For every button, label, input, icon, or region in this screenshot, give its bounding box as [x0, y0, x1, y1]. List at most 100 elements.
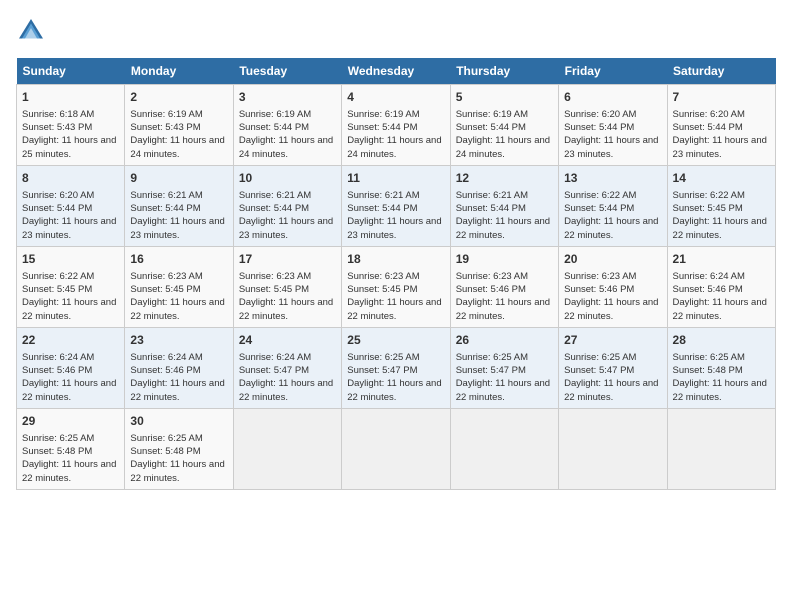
- calendar-cell: 22 Sunrise: 6:24 AMSunset: 5:46 PMDayligh…: [17, 327, 125, 408]
- calendar-cell: 7 Sunrise: 6:20 AMSunset: 5:44 PMDaylight…: [667, 85, 775, 166]
- day-number: 1: [22, 89, 119, 106]
- calendar-cell: 2 Sunrise: 6:19 AMSunset: 5:43 PMDaylight…: [125, 85, 233, 166]
- calendar-cell: 20 Sunrise: 6:23 AMSunset: 5:46 PMDayligh…: [559, 246, 667, 327]
- day-info: Sunrise: 6:23 AMSunset: 5:45 PMDaylight:…: [130, 270, 227, 323]
- column-header-thursday: Thursday: [450, 58, 558, 85]
- calendar-cell: 11Sunrise: 6:21 AMSunset: 5:44 PMDayligh…: [342, 165, 450, 246]
- day-number: 28: [673, 332, 770, 349]
- day-info: Sunrise: 6:24 AMSunset: 5:46 PMDaylight:…: [22, 351, 119, 404]
- calendar-cell: 16Sunrise: 6:23 AMSunset: 5:45 PMDayligh…: [125, 246, 233, 327]
- day-number: 21: [673, 251, 770, 268]
- day-info: Sunrise: 6:25 AMSunset: 5:47 PMDaylight:…: [347, 351, 444, 404]
- calendar-week-row: 8 Sunrise: 6:20 AMSunset: 5:44 PMDaylight…: [17, 165, 776, 246]
- day-info: Sunrise: 6:19 AMSunset: 5:44 PMDaylight:…: [239, 108, 336, 161]
- day-number: 3: [239, 89, 336, 106]
- day-info: Sunrise: 6:21 AMSunset: 5:44 PMDaylight:…: [347, 189, 444, 242]
- day-number: 24: [239, 332, 336, 349]
- day-info: Sunrise: 6:21 AMSunset: 5:44 PMDaylight:…: [239, 189, 336, 242]
- calendar-cell: 9 Sunrise: 6:21 AMSunset: 5:44 PMDaylight…: [125, 165, 233, 246]
- calendar-cell: [450, 408, 558, 489]
- calendar-cell: 25 Sunrise: 6:25 AMSunset: 5:47 PMDayligh…: [342, 327, 450, 408]
- calendar-cell: 21 Sunrise: 6:24 AMSunset: 5:46 PMDayligh…: [667, 246, 775, 327]
- day-info: Sunrise: 6:25 AMSunset: 5:48 PMDaylight:…: [22, 432, 119, 485]
- calendar-week-row: 22 Sunrise: 6:24 AMSunset: 5:46 PMDayligh…: [17, 327, 776, 408]
- day-info: Sunrise: 6:25 AMSunset: 5:47 PMDaylight:…: [564, 351, 661, 404]
- day-info: Sunrise: 6:23 AMSunset: 5:45 PMDaylight:…: [239, 270, 336, 323]
- column-header-wednesday: Wednesday: [342, 58, 450, 85]
- calendar-cell: 30 Sunrise: 6:25 AMSunset: 5:48 PMDayligh…: [125, 408, 233, 489]
- day-info: Sunrise: 6:25 AMSunset: 5:47 PMDaylight:…: [456, 351, 553, 404]
- page-header: [16, 16, 776, 46]
- day-info: Sunrise: 6:20 AMSunset: 5:44 PMDaylight:…: [673, 108, 770, 161]
- day-number: 20: [564, 251, 661, 268]
- day-number: 26: [456, 332, 553, 349]
- calendar-cell: [559, 408, 667, 489]
- calendar-cell: [667, 408, 775, 489]
- day-info: Sunrise: 6:21 AMSunset: 5:44 PMDaylight:…: [130, 189, 227, 242]
- day-info: Sunrise: 6:19 AMSunset: 5:44 PMDaylight:…: [347, 108, 444, 161]
- day-info: Sunrise: 6:24 AMSunset: 5:46 PMDaylight:…: [673, 270, 770, 323]
- calendar-cell: 10 Sunrise: 6:21 AMSunset: 5:44 PMDayligh…: [233, 165, 341, 246]
- calendar-cell: 29Sunrise: 6:25 AMSunset: 5:48 PMDayligh…: [17, 408, 125, 489]
- calendar-cell: 4 Sunrise: 6:19 AMSunset: 5:44 PMDaylight…: [342, 85, 450, 166]
- calendar-cell: 12 Sunrise: 6:21 AMSunset: 5:44 PMDayligh…: [450, 165, 558, 246]
- column-header-saturday: Saturday: [667, 58, 775, 85]
- calendar-cell: 6 Sunrise: 6:20 AMSunset: 5:44 PMDaylight…: [559, 85, 667, 166]
- logo: [16, 16, 50, 46]
- calendar-cell: 15Sunrise: 6:22 AMSunset: 5:45 PMDayligh…: [17, 246, 125, 327]
- day-info: Sunrise: 6:25 AMSunset: 5:48 PMDaylight:…: [673, 351, 770, 404]
- calendar-cell: 23 Sunrise: 6:24 AMSunset: 5:46 PMDayligh…: [125, 327, 233, 408]
- calendar-cell: 26 Sunrise: 6:25 AMSunset: 5:47 PMDayligh…: [450, 327, 558, 408]
- calendar-cell: 13 Sunrise: 6:22 AMSunset: 5:44 PMDayligh…: [559, 165, 667, 246]
- day-number: 12: [456, 170, 553, 187]
- calendar-week-row: 15Sunrise: 6:22 AMSunset: 5:45 PMDayligh…: [17, 246, 776, 327]
- calendar-cell: 5 Sunrise: 6:19 AMSunset: 5:44 PMDaylight…: [450, 85, 558, 166]
- day-number: 19: [456, 251, 553, 268]
- day-number: 5: [456, 89, 553, 106]
- day-info: Sunrise: 6:23 AMSunset: 5:46 PMDaylight:…: [456, 270, 553, 323]
- calendar-table: SundayMondayTuesdayWednesdayThursdayFrid…: [16, 58, 776, 490]
- calendar-cell: 24 Sunrise: 6:24 AMSunset: 5:47 PMDayligh…: [233, 327, 341, 408]
- calendar-header-row: SundayMondayTuesdayWednesdayThursdayFrid…: [17, 58, 776, 85]
- calendar-cell: 17 Sunrise: 6:23 AMSunset: 5:45 PMDayligh…: [233, 246, 341, 327]
- calendar-cell: [233, 408, 341, 489]
- day-info: Sunrise: 6:20 AMSunset: 5:44 PMDaylight:…: [22, 189, 119, 242]
- day-info: Sunrise: 6:20 AMSunset: 5:44 PMDaylight:…: [564, 108, 661, 161]
- day-number: 17: [239, 251, 336, 268]
- day-info: Sunrise: 6:24 AMSunset: 5:46 PMDaylight:…: [130, 351, 227, 404]
- day-info: Sunrise: 6:24 AMSunset: 5:47 PMDaylight:…: [239, 351, 336, 404]
- calendar-cell: 8 Sunrise: 6:20 AMSunset: 5:44 PMDaylight…: [17, 165, 125, 246]
- day-info: Sunrise: 6:18 AMSunset: 5:43 PMDaylight:…: [22, 108, 119, 161]
- day-info: Sunrise: 6:22 AMSunset: 5:45 PMDaylight:…: [673, 189, 770, 242]
- day-number: 22: [22, 332, 119, 349]
- day-number: 7: [673, 89, 770, 106]
- column-header-tuesday: Tuesday: [233, 58, 341, 85]
- day-number: 4: [347, 89, 444, 106]
- day-info: Sunrise: 6:21 AMSunset: 5:44 PMDaylight:…: [456, 189, 553, 242]
- day-number: 23: [130, 332, 227, 349]
- column-header-monday: Monday: [125, 58, 233, 85]
- day-number: 30: [130, 413, 227, 430]
- calendar-cell: 18Sunrise: 6:23 AMSunset: 5:45 PMDayligh…: [342, 246, 450, 327]
- day-info: Sunrise: 6:19 AMSunset: 5:43 PMDaylight:…: [130, 108, 227, 161]
- day-number: 27: [564, 332, 661, 349]
- day-number: 13: [564, 170, 661, 187]
- day-info: Sunrise: 6:23 AMSunset: 5:46 PMDaylight:…: [564, 270, 661, 323]
- calendar-cell: 1 Sunrise: 6:18 AMSunset: 5:43 PMDaylight…: [17, 85, 125, 166]
- calendar-cell: [342, 408, 450, 489]
- calendar-week-row: 1 Sunrise: 6:18 AMSunset: 5:43 PMDaylight…: [17, 85, 776, 166]
- calendar-cell: 27 Sunrise: 6:25 AMSunset: 5:47 PMDayligh…: [559, 327, 667, 408]
- calendar-cell: 3 Sunrise: 6:19 AMSunset: 5:44 PMDaylight…: [233, 85, 341, 166]
- day-number: 10: [239, 170, 336, 187]
- day-info: Sunrise: 6:22 AMSunset: 5:44 PMDaylight:…: [564, 189, 661, 242]
- day-number: 6: [564, 89, 661, 106]
- calendar-cell: 14Sunrise: 6:22 AMSunset: 5:45 PMDayligh…: [667, 165, 775, 246]
- day-number: 15: [22, 251, 119, 268]
- calendar-week-row: 29Sunrise: 6:25 AMSunset: 5:48 PMDayligh…: [17, 408, 776, 489]
- day-number: 2: [130, 89, 227, 106]
- day-info: Sunrise: 6:25 AMSunset: 5:48 PMDaylight:…: [130, 432, 227, 485]
- day-number: 8: [22, 170, 119, 187]
- day-number: 9: [130, 170, 227, 187]
- day-info: Sunrise: 6:19 AMSunset: 5:44 PMDaylight:…: [456, 108, 553, 161]
- day-number: 25: [347, 332, 444, 349]
